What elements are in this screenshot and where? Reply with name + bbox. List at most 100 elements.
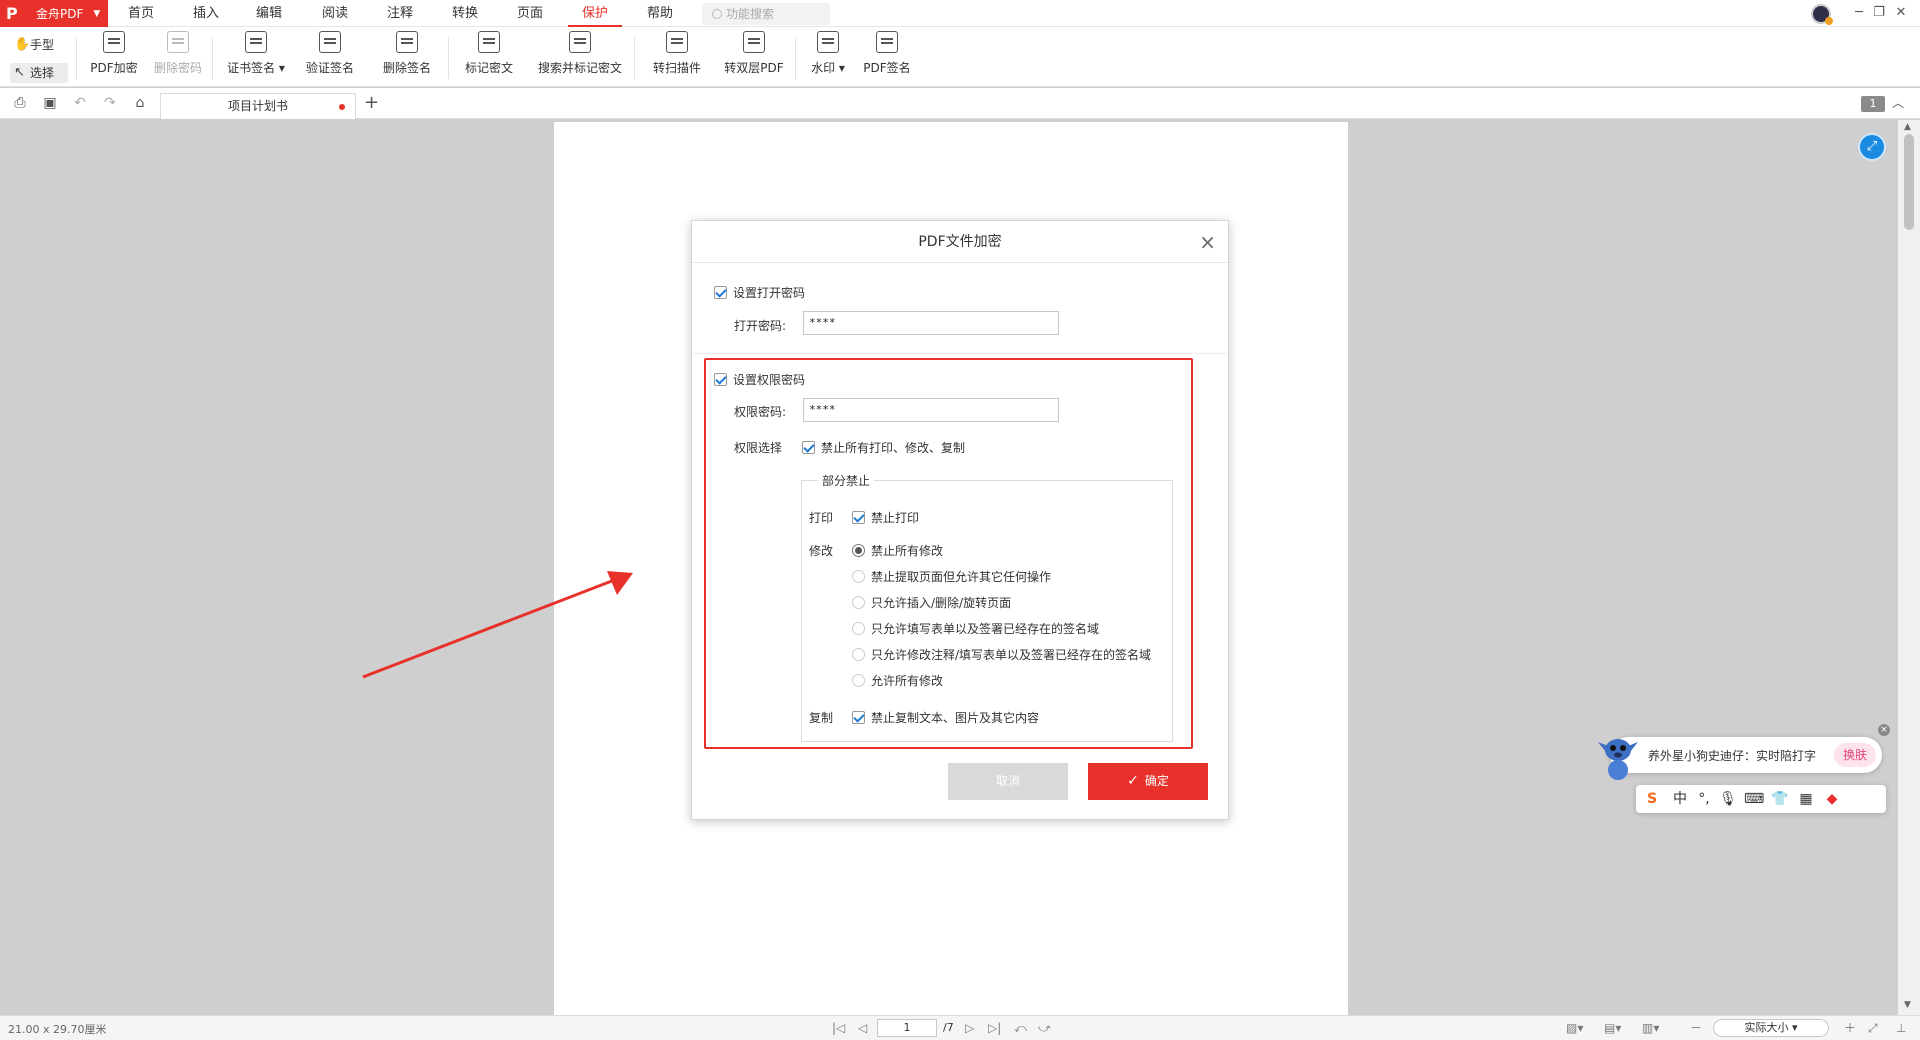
zoom-out-icon[interactable]: －	[1690, 1020, 1702, 1036]
keyboard-icon[interactable]: ⌨	[1744, 789, 1764, 809]
menu-read[interactable]: 阅读	[322, 0, 348, 27]
scroll-down-icon[interactable]: ▼	[1904, 1000, 1911, 1010]
dialog-title: PDF文件加密	[918, 234, 1002, 250]
modify-option-label: 只允许填写表单以及签署已经存在的签名域	[871, 622, 1100, 636]
forbid-print-checkbox-row[interactable]: 禁止打印	[852, 509, 919, 526]
user-avatar[interactable]	[1811, 4, 1833, 25]
open-password-checkbox[interactable]	[714, 286, 727, 299]
radio-button[interactable]	[852, 596, 865, 609]
delete-signature-button[interactable]: 删除签名	[381, 31, 433, 81]
select-mode-button[interactable]: ↖ 选择	[10, 63, 68, 83]
forbid-all-checkbox-row[interactable]: 禁止所有打印、修改、复制	[802, 439, 965, 456]
mark-redaction-button[interactable]: 标记密文	[463, 31, 515, 81]
certificate-sign-button[interactable]: 证书签名 ▾	[226, 31, 286, 81]
collapse-ribbon-icon[interactable]: ︿	[1892, 94, 1904, 111]
view-mode-icon[interactable]: ▨▾	[1566, 1020, 1583, 1036]
home-icon[interactable]: ⌂	[132, 95, 148, 111]
minimize-icon[interactable]: ─	[1850, 4, 1868, 22]
first-page-icon[interactable]: |◁	[832, 1020, 845, 1036]
print-icon[interactable]: ⎙	[12, 95, 28, 111]
ime-language-toggle[interactable]: 中	[1670, 789, 1690, 809]
radio-button[interactable]	[852, 570, 865, 583]
page-layout-icon[interactable]: ▤▾	[1604, 1020, 1621, 1036]
modify-option-radio[interactable]: 允许所有修改	[852, 672, 943, 689]
forbid-print-checkbox[interactable]	[852, 511, 865, 524]
ime-skin-button[interactable]: 换肤	[1834, 743, 1876, 767]
scrollbar-thumb[interactable]	[1904, 134, 1914, 230]
search-mark-redaction-button[interactable]: 搜索并标记密文	[536, 31, 624, 81]
radio-button[interactable]	[852, 648, 865, 661]
menu-annotate[interactable]: 注释	[387, 0, 413, 27]
sogou-logo-icon[interactable]: S	[1642, 789, 1662, 809]
last-page-icon[interactable]: ▷|	[988, 1020, 1001, 1036]
feature-search-input[interactable]: 功能搜索	[702, 3, 830, 25]
ribbon-divider	[448, 37, 449, 79]
pdf-sign-button[interactable]: PDF签名	[862, 31, 912, 81]
cancel-button[interactable]: 取消	[948, 763, 1068, 800]
fullscreen-icon[interactable]: ⤢	[1868, 1020, 1878, 1036]
ime-menu-icon[interactable]: ◆	[1822, 789, 1842, 809]
radio-button[interactable]	[852, 544, 865, 557]
verify-signature-button[interactable]: 验证签名	[304, 31, 356, 81]
vertical-scrollbar[interactable]: ▲ ▼	[1898, 120, 1920, 1015]
prev-page-icon[interactable]: ◁	[858, 1020, 867, 1036]
modify-option-label: 只允许修改注释/填写表单以及签署已经存在的签名域	[871, 648, 1152, 662]
pin-icon[interactable]: ⊥	[1896, 1020, 1906, 1036]
floating-tool-icon[interactable]: ⤢	[1858, 133, 1886, 161]
menu-protect[interactable]: 保护	[567, 0, 623, 27]
save-icon[interactable]: ▣	[42, 95, 58, 111]
forbid-copy-checkbox[interactable]	[852, 711, 865, 724]
hand-mode-button[interactable]: ✋ 手型	[10, 35, 68, 55]
redact-mark-icon	[478, 31, 500, 53]
forbid-copy-checkbox-row[interactable]: 禁止复制文本、图片及其它内容	[852, 709, 1039, 726]
microphone-icon[interactable]: 🎙	[1718, 789, 1738, 809]
unsaved-dot-icon	[339, 104, 345, 110]
menu-help[interactable]: 帮助	[647, 0, 673, 27]
menu-home[interactable]: 首页	[128, 0, 154, 27]
dialog-close-icon[interactable]: ×	[1199, 221, 1216, 263]
app-brand-menu[interactable]: P 金舟PDF ▼	[0, 0, 108, 27]
punctuation-icon[interactable]: °,	[1694, 789, 1714, 809]
restore-icon[interactable]: ❐	[1870, 4, 1888, 22]
add-tab-icon[interactable]: +	[364, 94, 379, 112]
modify-option-radio[interactable]: 只允许修改注释/填写表单以及签署已经存在的签名域	[852, 646, 1151, 663]
zoom-select[interactable]: 实际大小 ▾	[1713, 1019, 1829, 1037]
dual-layer-pdf-button[interactable]: 转双层PDF	[723, 31, 785, 81]
permission-password-input[interactable]: ****	[803, 398, 1059, 422]
modify-option-radio[interactable]: 只允许插入/删除/旋转页面	[852, 594, 1011, 611]
open-password-checkbox-row[interactable]: 设置打开密码	[714, 284, 805, 301]
confirm-button[interactable]: ✓ 确定	[1088, 763, 1208, 800]
page-number-input[interactable]: 1	[877, 1019, 937, 1037]
tab-project-plan[interactable]: 项目计划书	[160, 93, 356, 119]
modify-option-radio[interactable]: 禁止提取页面但允许其它任何操作	[852, 568, 1051, 585]
menu-convert[interactable]: 转换	[452, 0, 478, 27]
toolbox-grid-icon[interactable]: ▦	[1796, 789, 1816, 809]
undo-icon[interactable]: ↶	[72, 95, 88, 111]
redo-icon[interactable]: ↷	[102, 95, 118, 111]
scroll-up-icon[interactable]: ▲	[1904, 122, 1911, 132]
remove-password-button[interactable]: 删除密码	[153, 31, 203, 81]
menu-page[interactable]: 页面	[517, 0, 543, 27]
close-icon[interactable]: ✕	[1892, 4, 1910, 22]
ime-promo-bubble[interactable]: 养外星小狗史迪仔：实时陪打字 换肤	[1610, 737, 1882, 773]
pdf-encrypt-button[interactable]: PDF加密	[90, 31, 138, 81]
back-view-icon[interactable]: ⤺	[1014, 1020, 1027, 1036]
radio-button[interactable]	[852, 674, 865, 687]
forbid-all-checkbox[interactable]	[802, 441, 815, 454]
menu-insert[interactable]: 插入	[193, 0, 219, 27]
two-page-icon[interactable]: ▥▾	[1642, 1020, 1659, 1036]
menu-edit[interactable]: 编辑	[256, 0, 282, 27]
ime-close-icon[interactable]: ×	[1878, 724, 1890, 736]
modify-option-radio[interactable]: 只允许填写表单以及签署已经存在的签名域	[852, 620, 1099, 637]
open-password-input[interactable]: ****	[803, 311, 1059, 335]
zoom-in-icon[interactable]: ＋	[1844, 1020, 1856, 1036]
convert-scan-button[interactable]: 转扫描件	[650, 31, 704, 81]
next-page-icon[interactable]: ▷	[965, 1020, 974, 1036]
forward-view-icon[interactable]: ⤻	[1038, 1020, 1051, 1036]
permission-password-checkbox-row[interactable]: 设置权限密码	[714, 371, 805, 388]
watermark-button[interactable]: 水印 ▾	[808, 31, 848, 81]
permission-password-checkbox[interactable]	[714, 373, 727, 386]
radio-button[interactable]	[852, 622, 865, 635]
modify-option-radio[interactable]: 禁止所有修改	[852, 542, 943, 559]
skin-shirt-icon[interactable]: 👕	[1770, 789, 1790, 809]
